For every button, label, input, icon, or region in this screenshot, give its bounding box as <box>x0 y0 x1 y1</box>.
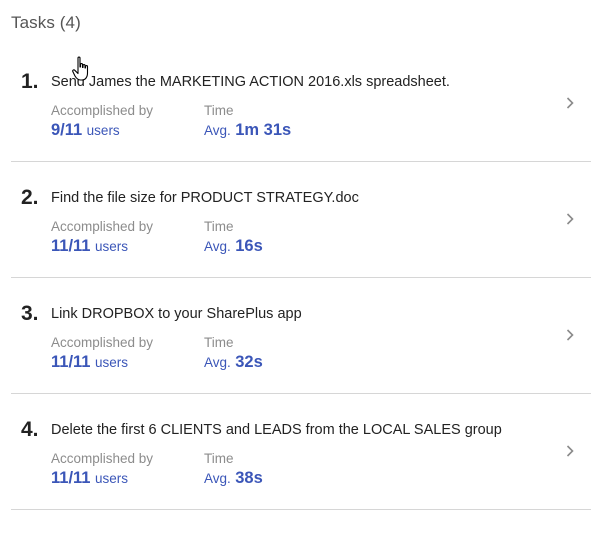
users-label: users <box>94 471 128 486</box>
time-value: Avg. 16s <box>204 237 263 256</box>
task-number: 2. <box>21 186 39 209</box>
task-title: Send James the MARKETING ACTION 2016.xls… <box>51 74 450 90</box>
task-row[interactable]: 4. Delete the first 6 CLIENTS and LEADS … <box>11 394 591 510</box>
time-label: Time <box>204 335 234 350</box>
avg-label: Avg. <box>204 355 231 370</box>
accomplished-value: 9/11 users <box>51 121 120 140</box>
task-title: Find the file size for PRODUCT STRATEGY.… <box>51 190 359 206</box>
accomplished-count: 9/11 <box>51 121 83 139</box>
avg-label: Avg. <box>204 123 231 138</box>
tasks-header: Tasks (4) <box>11 13 81 32</box>
chevron-right-icon[interactable] <box>563 328 577 342</box>
accomplished-count: 11/11 <box>51 237 91 255</box>
task-number: 3. <box>21 302 39 325</box>
accomplished-value: 11/11 users <box>51 469 128 488</box>
avg-time: 1m 31s <box>235 121 292 139</box>
avg-label: Avg. <box>204 239 231 254</box>
task-title: Delete the first 6 CLIENTS and LEADS fro… <box>51 422 502 438</box>
users-label: users <box>86 123 120 138</box>
users-label: users <box>94 355 128 370</box>
time-label: Time <box>204 103 234 118</box>
chevron-right-icon[interactable] <box>563 96 577 110</box>
avg-time: 38s <box>235 469 263 487</box>
accomplished-count: 11/11 <box>51 353 91 371</box>
time-label: Time <box>204 451 234 466</box>
time-value: Avg. 32s <box>204 353 263 372</box>
time-label: Time <box>204 219 234 234</box>
users-label: users <box>94 239 128 254</box>
avg-time: 32s <box>235 353 263 371</box>
accomplished-by-label: Accomplished by <box>51 219 154 234</box>
chevron-right-icon[interactable] <box>563 444 577 458</box>
time-value: Avg. 1m 31s <box>204 121 291 140</box>
task-row[interactable]: 1. Send James the MARKETING ACTION 2016.… <box>11 46 591 162</box>
accomplished-by-label: Accomplished by <box>51 451 154 466</box>
avg-time: 16s <box>235 237 263 255</box>
accomplished-value: 11/11 users <box>51 353 128 372</box>
avg-label: Avg. <box>204 471 231 486</box>
task-list: 1. Send James the MARKETING ACTION 2016.… <box>11 46 591 510</box>
accomplished-count: 11/11 <box>51 469 91 487</box>
task-number: 1. <box>21 70 39 93</box>
task-row[interactable]: 2. Find the file size for PRODUCT STRATE… <box>11 162 591 278</box>
task-title: Link DROPBOX to your SharePlus app <box>51 306 302 322</box>
time-value: Avg. 38s <box>204 469 263 488</box>
tasks-panel: Tasks (4) 1. Send James the MARKETING AC… <box>0 0 604 545</box>
accomplished-by-label: Accomplished by <box>51 103 154 118</box>
task-row[interactable]: 3. Link DROPBOX to your SharePlus app Ac… <box>11 278 591 394</box>
task-number: 4. <box>21 418 39 441</box>
accomplished-by-label: Accomplished by <box>51 335 154 350</box>
accomplished-value: 11/11 users <box>51 237 128 256</box>
chevron-right-icon[interactable] <box>563 212 577 226</box>
